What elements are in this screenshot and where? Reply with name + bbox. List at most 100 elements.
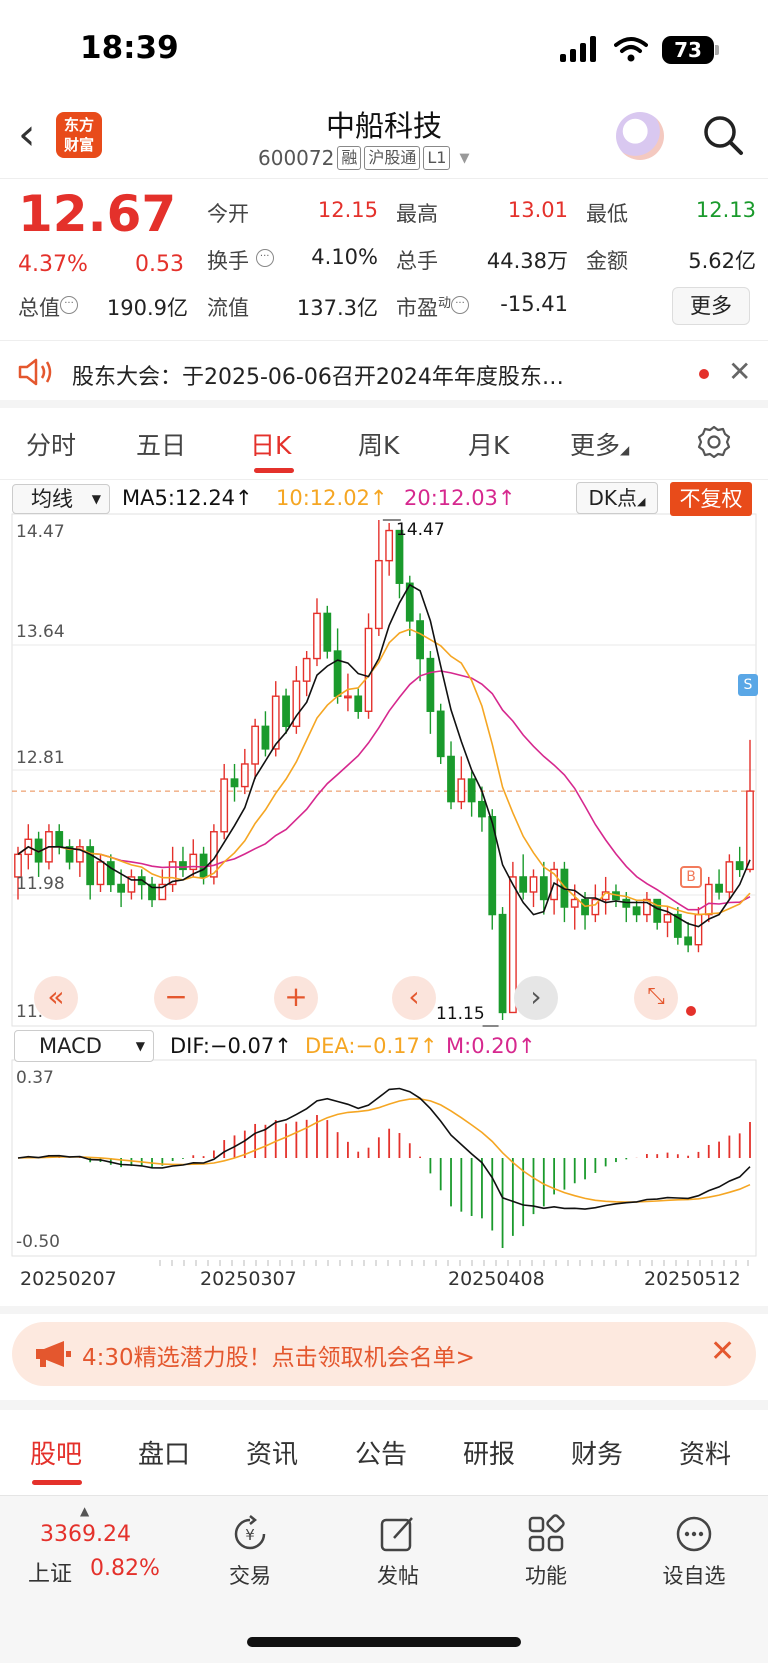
candle-down xyxy=(55,831,64,848)
candle-up xyxy=(746,790,754,871)
close-icon[interactable]: ✕ xyxy=(728,355,751,388)
tag-stock-connect: 沪股通 xyxy=(364,146,421,170)
candle-up xyxy=(240,763,249,788)
index-name[interactable]: 上证 xyxy=(28,1556,72,1588)
value-turnover: 4.10% xyxy=(311,245,378,269)
candle-up xyxy=(704,883,713,916)
scroll-right-button[interactable]: › xyxy=(514,976,558,1020)
tab-financials[interactable]: 财务 xyxy=(571,1434,623,1471)
period-low-label: 11.15 xyxy=(436,1004,485,1024)
dea-label: DEA:−0.17↑ xyxy=(305,1034,438,1058)
indicator-dot xyxy=(686,1006,696,1016)
ma10-line xyxy=(17,628,751,916)
candle-down xyxy=(539,876,548,901)
candle-up xyxy=(364,627,373,712)
tab-weekly-k[interactable]: 周K xyxy=(358,426,399,462)
tab-monthly-k[interactable]: 月K xyxy=(468,426,509,462)
header-divider xyxy=(0,178,768,179)
info-dots-icon[interactable]: ··· xyxy=(255,249,274,267)
info-dots-icon[interactable]: ··· xyxy=(60,296,78,314)
ma20-label: 20:12.03↑ xyxy=(404,486,516,510)
label-high: 最高 xyxy=(396,202,438,226)
indicator-select[interactable]: 均线 ▼ xyxy=(12,484,110,514)
chart-bottom-spacer xyxy=(0,1306,768,1314)
nav-functions-label: 功能 xyxy=(525,1564,567,1588)
index-value[interactable]: 3369.24 xyxy=(40,1522,131,1547)
candle-down xyxy=(354,695,363,712)
macd-tick: 0.37 xyxy=(16,1068,54,1088)
tab-profile[interactable]: 资料 xyxy=(679,1434,731,1471)
search-icon[interactable] xyxy=(702,114,744,156)
tab-research[interactable]: 研报 xyxy=(463,1434,515,1471)
y-tick: 12.81 xyxy=(16,748,65,768)
candle-down xyxy=(179,861,187,871)
corner-arrow-icon: ◢ xyxy=(637,495,646,508)
ma10-label: 10:12.02↑ xyxy=(276,486,388,510)
value-market-cap: 190.9亿 xyxy=(106,296,188,320)
nav-trade[interactable]: ¥ 交易 xyxy=(210,1514,290,1590)
svg-text:¥: ¥ xyxy=(245,1526,255,1544)
tab-forum[interactable]: 股吧 xyxy=(30,1434,82,1471)
candle-up xyxy=(251,725,260,765)
period-high-label: 14.47 xyxy=(396,520,445,540)
zoom-in-button[interactable]: + xyxy=(274,976,318,1020)
status-bar: 18:39 73 xyxy=(0,0,768,100)
tab-news[interactable]: 资讯 xyxy=(246,1434,298,1471)
macd-tick: -0.50 xyxy=(16,1232,60,1252)
close-icon[interactable]: ✕ xyxy=(710,1334,735,1369)
zoom-out-button[interactable]: − xyxy=(154,976,198,1020)
gear-icon[interactable] xyxy=(696,424,732,460)
assistant-avatar-icon[interactable] xyxy=(616,112,664,160)
promo-banner[interactable]: 4:30精选潜力股！点击领取机会名单> ✕ xyxy=(12,1322,756,1386)
candle-down xyxy=(447,755,455,803)
label-volume: 总手 xyxy=(396,249,438,273)
nav-post[interactable]: 发帖 xyxy=(358,1514,438,1590)
label-amount: 金额 xyxy=(586,249,628,273)
jump-start-button[interactable]: « xyxy=(34,976,78,1020)
candle-down xyxy=(282,695,290,728)
candle-up xyxy=(313,612,321,660)
buy-marker-icon[interactable]: B xyxy=(680,866,702,888)
edit-icon xyxy=(380,1517,413,1552)
banner-text: 4:30精选潜力股！点击领取机会名单> xyxy=(82,1345,475,1371)
value-open: 12.15 xyxy=(317,198,378,222)
candle-down xyxy=(106,861,115,886)
candle-down xyxy=(230,778,239,788)
candle-down xyxy=(261,725,270,750)
candle-up xyxy=(220,778,229,833)
value-high: 13.01 xyxy=(507,198,568,222)
stock-code: 600072 xyxy=(258,146,335,170)
change-amount: 0.53 xyxy=(135,252,184,277)
sell-marker-icon[interactable]: S xyxy=(738,674,758,696)
kline-chart[interactable] xyxy=(0,480,768,1310)
tab-five-day[interactable]: 五日 xyxy=(136,426,186,462)
more-button[interactable]: 更多 xyxy=(672,287,750,325)
stock-code-row[interactable]: 600072 融 沪股通 L1 ▼ xyxy=(258,146,469,170)
dk-point-button[interactable]: DK点◢ xyxy=(576,482,658,514)
candle-down xyxy=(715,883,723,893)
scroll-left-button[interactable]: ‹ xyxy=(392,976,436,1020)
tab-announcements[interactable]: 公告 xyxy=(355,1434,407,1471)
nav-functions[interactable]: 功能 xyxy=(506,1514,586,1590)
candle-down xyxy=(478,800,486,818)
nav-watchlist[interactable]: 设自选 xyxy=(654,1514,734,1590)
value-float-cap: 137.3亿 xyxy=(296,296,378,320)
tab-orderbook[interactable]: 盘口 xyxy=(138,1434,190,1471)
y-tick: 14.47 xyxy=(16,522,65,542)
x-date: 20250408 xyxy=(448,1268,545,1290)
sub-indicator-select[interactable]: MACD ▼ xyxy=(14,1030,154,1062)
tab-daily-k[interactable]: 日K xyxy=(250,426,291,462)
candle-down xyxy=(426,657,435,712)
dropdown-arrow-icon: ▼ xyxy=(135,1039,145,1053)
megaphone-icon xyxy=(36,1341,71,1367)
notice-bar[interactable]: 股东大会：于2025-06-06召开2024年年度股东… ✕ xyxy=(0,340,768,408)
index-percent[interactable]: 0.82% xyxy=(90,1556,160,1581)
fullscreen-icon[interactable]: ⤡ xyxy=(634,976,678,1020)
tab-more[interactable]: 更多◢ xyxy=(570,426,629,462)
tab-intraday[interactable]: 分时 xyxy=(26,426,76,462)
candle-up xyxy=(529,876,538,893)
info-dots-icon[interactable]: ··· xyxy=(451,296,470,314)
candle-down xyxy=(416,620,424,660)
adjust-type-button[interactable]: 不复权 xyxy=(670,482,752,516)
dropdown-arrow-icon: ▼ xyxy=(91,492,101,506)
